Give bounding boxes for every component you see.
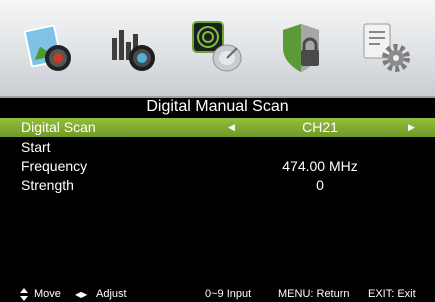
strength-value: 0 (316, 177, 324, 193)
picture-icon (23, 24, 71, 71)
right-arrow-icon[interactable]: ▶ (408, 118, 415, 137)
tab-picture[interactable] (22, 20, 78, 76)
menu-return-hint: MENU: Return (278, 288, 350, 300)
strength-label: Strength (21, 177, 74, 193)
tab-setup[interactable] (358, 20, 414, 76)
sound-icon (112, 30, 155, 71)
exit-hint: EXIT: Exit (368, 288, 416, 300)
left-arrow-icon[interactable]: ◀ (228, 118, 235, 137)
frequency-value: 474.00 MHz (282, 158, 358, 174)
frequency-row: Frequency 474.00 MHz (0, 157, 435, 176)
start-row[interactable]: Start (0, 138, 435, 157)
move-hint: Move (34, 288, 61, 300)
digital-scan-row[interactable]: Digital Scan ◀ CH21 ▶ (0, 118, 435, 137)
left-right-arrow-icon: ◀▶ (75, 290, 88, 299)
adjust-hint: Adjust (96, 288, 127, 300)
input-hint: 0~9 Input (205, 288, 252, 300)
digital-scan-label: Digital Scan (21, 119, 96, 135)
tab-lock[interactable] (275, 20, 331, 76)
digital-scan-value: CH21 (302, 119, 338, 135)
up-down-arrow-icon (20, 288, 28, 301)
strength-row: Strength 0 (0, 176, 435, 195)
tab-channel[interactable] (175, 8, 259, 90)
menu-tab-bar (0, 0, 435, 98)
setup-icon (363, 23, 410, 72)
tab-sound[interactable] (106, 20, 162, 76)
start-label: Start (21, 139, 51, 155)
lock-icon (283, 24, 319, 72)
channel-icon (192, 21, 242, 72)
page-title: Digital Manual Scan (146, 98, 289, 115)
frequency-label: Frequency (21, 158, 88, 174)
help-bar: Move ◀▶ Adjust 0~9 Input MENU: Return EX… (0, 287, 435, 302)
